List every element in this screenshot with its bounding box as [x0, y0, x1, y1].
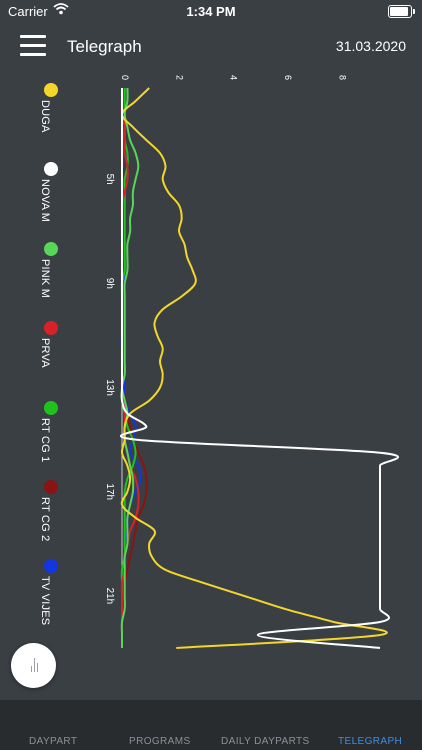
time-tick-label: 17h	[104, 483, 115, 500]
time-tick-label: 5h	[104, 174, 115, 185]
tab-daily-dayparts[interactable]: DAILY DAYPARTS	[221, 736, 310, 747]
series-line-duga	[120, 87, 388, 649]
value-tick-label: 6	[283, 75, 293, 80]
telegraph-chart: 0 2 4 6 8 5h 9h 13h 17h 21h	[104, 75, 399, 649]
time-tick-label: 13h	[104, 379, 115, 396]
value-tick-label: 4	[229, 75, 239, 80]
tab-daypart[interactable]: DAYPART	[29, 736, 77, 747]
tab-bar: DAYPART PROGRAMS DAILY DAYPARTS TELEGRAP…	[0, 700, 422, 750]
value-tick-label: 0	[120, 75, 130, 80]
bar-chart-icon	[29, 658, 39, 672]
time-tick-label: 21h	[104, 588, 115, 605]
series-line-nova-m	[120, 88, 399, 649]
time-tick-label: 9h	[104, 278, 115, 289]
value-tick-label: 8	[337, 75, 347, 80]
chart-toggle-button[interactable]	[11, 643, 56, 688]
tab-telegraph[interactable]: TELEGRAPH	[338, 736, 402, 747]
series-line-pink-m	[120, 87, 140, 648]
tab-programs[interactable]: PROGRAMS	[129, 736, 191, 747]
value-tick-label: 2	[174, 75, 184, 80]
